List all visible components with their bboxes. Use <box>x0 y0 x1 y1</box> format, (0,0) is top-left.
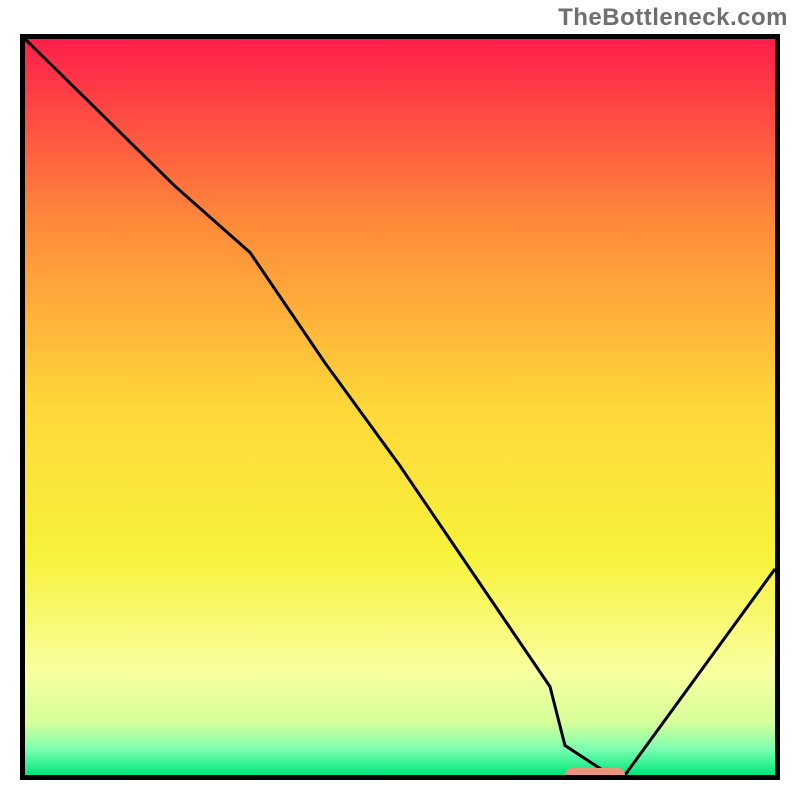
chart-container: TheBottleneck.com <box>0 0 800 800</box>
optimal-range-marker <box>565 768 625 780</box>
plot-frame <box>20 34 780 780</box>
plot-inner <box>25 39 775 775</box>
watermark-text: TheBottleneck.com <box>558 4 788 32</box>
gradient-background <box>25 39 775 775</box>
